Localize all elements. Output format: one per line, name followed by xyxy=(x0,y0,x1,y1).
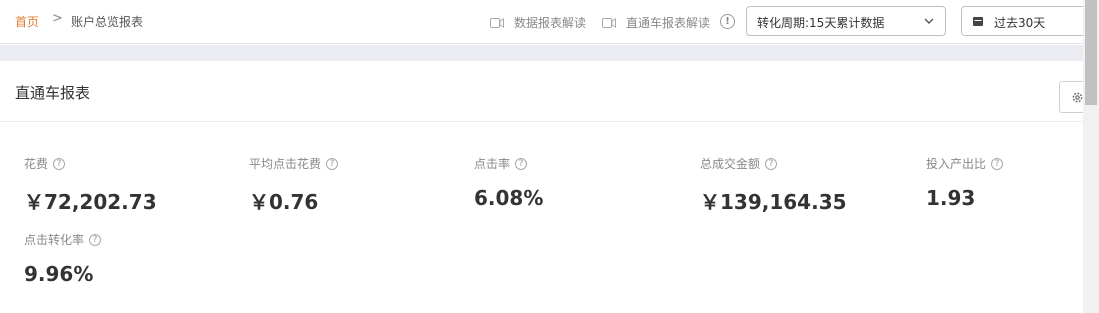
metric-value: 1.93 xyxy=(926,186,976,210)
data-report-guide-link[interactable]: 数据报表解读 xyxy=(490,14,586,31)
metric-label: 点击转化率 xyxy=(24,233,85,247)
video-icon xyxy=(602,17,616,28)
metric-value: ￥72,202.73 xyxy=(24,190,157,214)
metric-label: 投入产出比 xyxy=(926,157,987,171)
metric-label: 点击率 xyxy=(474,157,511,171)
metric-spend: 花费? ￥72,202.73 xyxy=(24,155,157,215)
conversion-period-value: 转化周期:15天累计数据 xyxy=(757,16,885,30)
card-divider xyxy=(0,121,1083,122)
conversion-period-select[interactable]: 转化周期:15天累计数据 xyxy=(746,6,946,36)
metric-value: ￥0.76 xyxy=(249,190,319,214)
metric-gmv: 总成交金额? ￥139,164.35 xyxy=(700,155,847,215)
breadcrumb-current: 账户总览报表 xyxy=(71,15,144,29)
date-range-value: 过去30天 xyxy=(994,16,1046,30)
help-icon[interactable]: ? xyxy=(326,157,339,170)
express-report-guide-link[interactable]: 直通车报表解读 xyxy=(602,14,710,31)
help-icon[interactable]: ? xyxy=(89,233,102,246)
help-icon[interactable]: ? xyxy=(991,157,1004,170)
report-card: 直通车报表 花费? ￥72,202.73 平均点击花费? ￥0.76 点击率? … xyxy=(0,61,1089,313)
metric-cvr: 点击转化率? 9.96% xyxy=(24,231,102,286)
metric-label: 平均点击花费 xyxy=(249,157,322,171)
breadcrumb-home-link[interactable]: 首页 xyxy=(15,13,39,30)
help-icon[interactable]: ? xyxy=(53,157,66,170)
metric-value: 9.96% xyxy=(24,262,94,286)
info-icon[interactable]: ! xyxy=(720,14,735,29)
card-title: 直通车报表 xyxy=(15,84,91,102)
guide-label: 直通车报表解读 xyxy=(626,16,711,30)
metric-value: 6.08% xyxy=(474,186,544,210)
help-icon[interactable]: ? xyxy=(515,157,528,170)
page-scrollbar[interactable] xyxy=(1083,0,1099,313)
metric-label: 总成交金额 xyxy=(700,157,761,171)
chevron-down-icon xyxy=(924,18,934,24)
top-bar: 首页 > 账户总览报表 数据报表解读 直通车报表解读 ! 转化周期:15天累计数… xyxy=(0,0,1099,44)
calendar-icon xyxy=(973,17,983,26)
metric-value: ￥139,164.35 xyxy=(700,190,847,214)
date-range-select[interactable]: 过去30天 xyxy=(961,6,1091,36)
section-gap xyxy=(0,45,1099,61)
breadcrumb-separator: > xyxy=(52,11,63,26)
guide-label: 数据报表解读 xyxy=(514,16,587,30)
metric-label: 花费 xyxy=(24,157,49,171)
help-icon[interactable]: ? xyxy=(765,157,778,170)
metric-roi: 投入产出比? 1.93 xyxy=(926,155,1004,210)
metric-ctr: 点击率? 6.08% xyxy=(474,155,543,210)
video-icon xyxy=(490,17,504,28)
metric-avg-cpc: 平均点击花费? ￥0.76 xyxy=(249,155,339,215)
scrollbar-thumb[interactable] xyxy=(1085,0,1097,105)
